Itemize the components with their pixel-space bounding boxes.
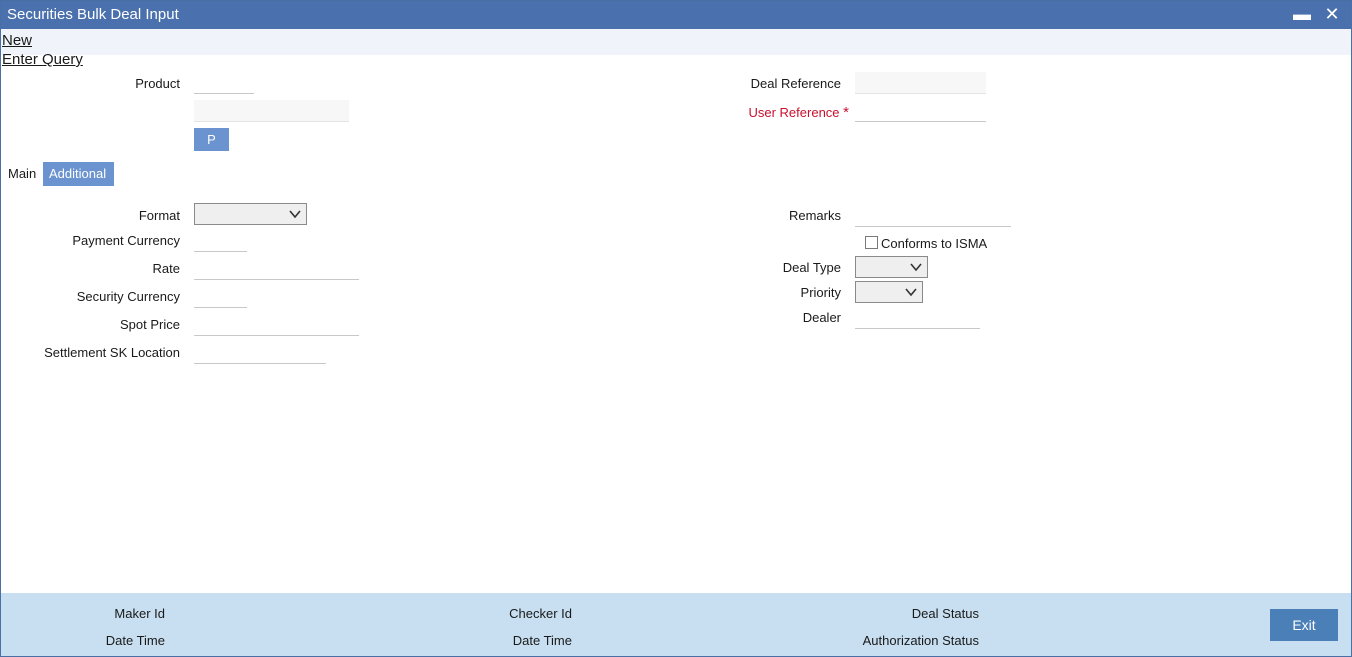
security-currency-input[interactable] [194,286,247,308]
tab-main[interactable]: Main [2,162,42,186]
deal-type-select[interactable] [855,256,928,278]
remarks-label: Remarks [788,208,841,223]
maker-id-label: Maker Id [114,606,165,621]
title-bar: Securities Bulk Deal Input ▬ ✕ [1,1,1351,29]
product-description-field [194,100,349,122]
checker-date-time-label: Date Time [512,633,572,648]
rate-label: Rate [152,261,180,276]
security-currency-label: Security Currency [76,289,180,304]
product-populate-button[interactable]: P [194,128,229,151]
chevron-down-icon [905,288,917,297]
authorization-status-label: Authorization Status [862,633,979,648]
deal-type-label: Deal Type [782,260,841,275]
deal-status-label: Deal Status [911,606,979,621]
payment-currency-input[interactable] [194,230,247,252]
dealer-label: Dealer [802,310,841,325]
tab-additional[interactable]: Additional [43,162,114,186]
user-reference-label-text: User Reference [748,105,840,120]
dealer-input[interactable] [855,307,980,329]
priority-label: Priority [800,285,841,300]
rate-input[interactable] [194,258,359,280]
settlement-sk-location-input[interactable] [194,342,326,364]
spot-price-input[interactable] [194,314,359,336]
deal-reference-label: Deal Reference [750,76,841,91]
product-label: Product [135,76,180,91]
product-input[interactable] [194,72,254,94]
new-link[interactable]: New [2,32,32,49]
close-icon[interactable]: ✕ [1321,3,1343,25]
enter-query-link[interactable]: Enter Query [2,51,83,68]
priority-select[interactable] [855,281,923,303]
app-window: Securities Bulk Deal Input ▬ ✕ New Enter… [0,0,1352,657]
deal-reference-field [855,72,986,94]
required-indicator: * [843,104,849,121]
maker-date-time-label: Date Time [105,633,165,648]
format-label: Format [138,208,180,223]
exit-button[interactable]: Exit [1270,609,1338,641]
chevron-down-icon [289,210,301,219]
minimize-icon[interactable]: ▬ [1291,3,1313,25]
audit-footer: Maker Id Date Time Checker Id Date Time … [1,593,1351,656]
format-select[interactable] [194,203,307,225]
window-title: Securities Bulk Deal Input [7,6,179,23]
spot-price-label: Spot Price [120,317,180,332]
user-reference-input[interactable] [855,100,986,122]
remarks-input[interactable] [855,205,1011,227]
conforms-to-isma-label: Conforms to ISMA [881,236,988,251]
chevron-down-icon [910,263,922,272]
user-reference-label: User Reference * [748,104,849,121]
settlement-sk-location-label: Settlement SK Location [44,345,180,360]
menu-bar: New [1,29,1351,55]
conforms-to-isma-checkbox[interactable] [865,236,878,249]
payment-currency-label: Payment Currency [72,233,180,248]
checker-id-label: Checker Id [509,606,572,621]
